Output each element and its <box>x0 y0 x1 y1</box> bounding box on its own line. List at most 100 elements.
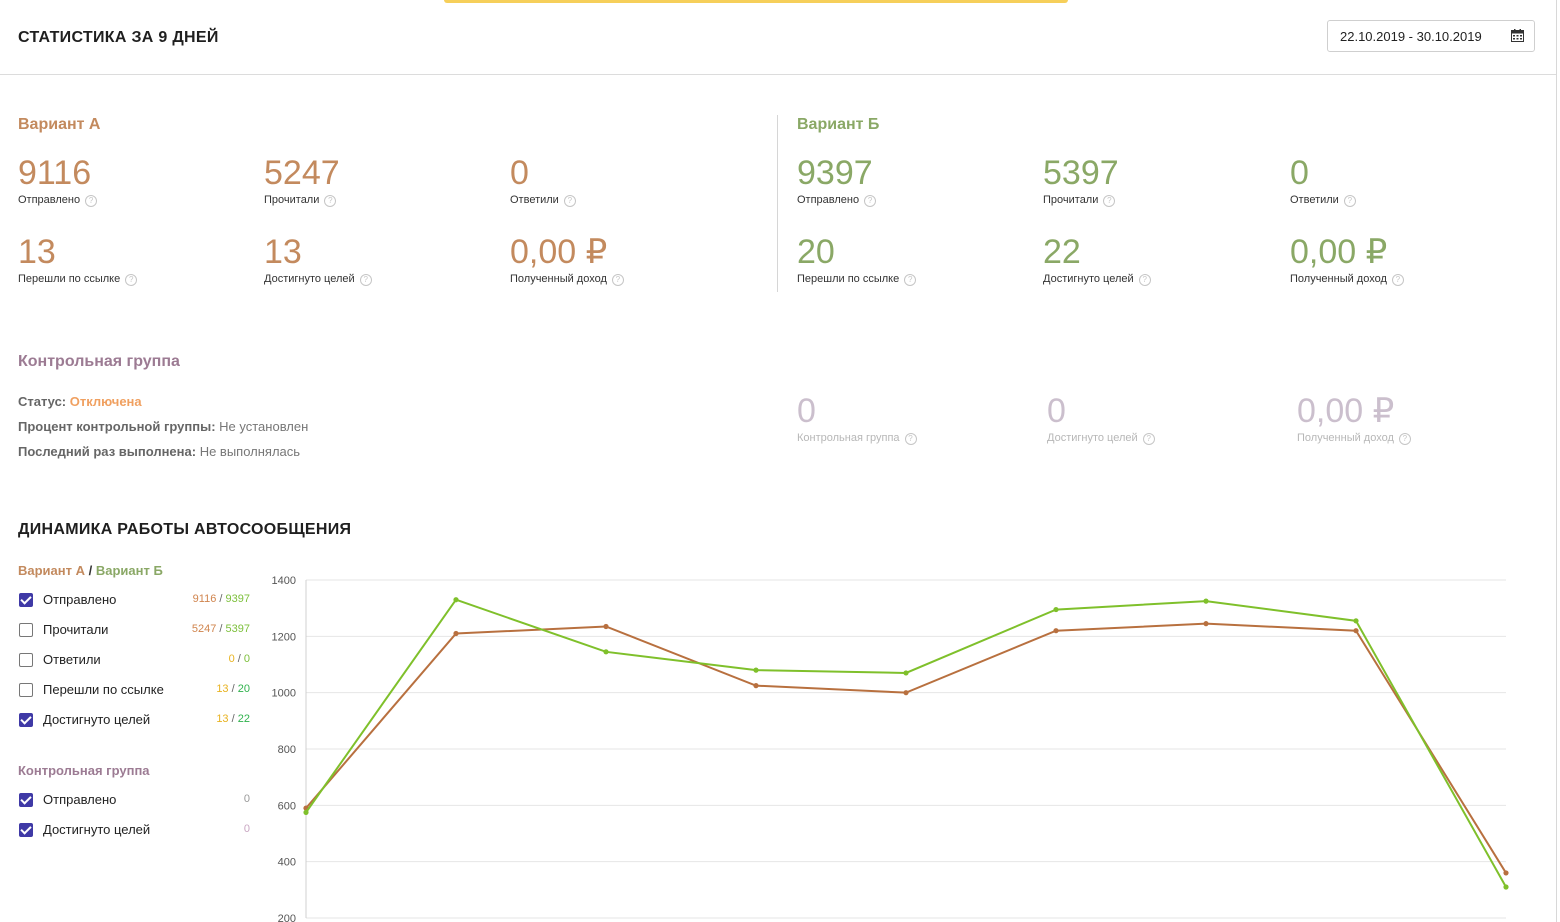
metric-toggle-goals[interactable]: Достигнуто целей 13 / 22 <box>18 712 250 732</box>
control-income-value: 0,00 ₽ <box>1297 392 1395 430</box>
control-goals-value: 0 <box>1047 392 1066 430</box>
series-2-point <box>453 597 459 603</box>
variant-b-income-value: 0,00 ₽ <box>1290 233 1388 271</box>
y-tick-label: 1200 <box>272 631 296 643</box>
metric-values: 5247 / 5397 <box>191 623 250 635</box>
help-icon[interactable]: ? <box>904 274 917 286</box>
variant-a-read-value: 5247 <box>264 154 340 192</box>
metric-values: 0 / 0 <box>228 653 250 665</box>
control-toggle-sent[interactable]: Отправлено 0 <box>18 792 250 812</box>
checkbox-unchecked[interactable] <box>19 653 33 667</box>
scroll-edge <box>1556 0 1557 922</box>
variant-a-sent-value: 9116 <box>18 154 92 192</box>
y-tick-label: 1000 <box>272 688 296 700</box>
help-icon[interactable]: ? <box>904 433 917 445</box>
series-2-point <box>1053 606 1059 613</box>
series-2-point <box>1503 884 1509 890</box>
variant-b-clicks-value: 20 <box>797 233 835 271</box>
variant-a-replied-label: Ответили? <box>510 194 576 207</box>
series-1-point <box>603 623 609 630</box>
help-icon[interactable]: ? <box>1343 195 1356 207</box>
variants-divider <box>777 115 778 292</box>
control-goals-label: Достигнуто целей? <box>1047 432 1155 445</box>
variant-b-goals-label: Достигнуто целей? <box>1043 273 1151 286</box>
series-1-point <box>1203 621 1209 627</box>
y-tick-label: 800 <box>278 744 296 756</box>
control-group-status: Статус: Отключена <box>18 394 142 409</box>
series-line-2 <box>305 598 1507 888</box>
checkbox-unchecked[interactable] <box>19 623 33 637</box>
variant-a-clicks-value: 13 <box>18 233 56 271</box>
series-2-point <box>1353 618 1359 624</box>
variant-b-sent-value: 9397 <box>797 154 873 192</box>
help-icon[interactable]: ? <box>1103 195 1116 207</box>
checkbox-checked[interactable] <box>19 713 33 727</box>
help-icon[interactable]: ? <box>85 195 98 207</box>
y-tick-label: 600 <box>278 800 296 812</box>
metric-values: 9116 / 9397 <box>192 593 250 605</box>
metric-values: 0 <box>243 823 250 835</box>
control-sent-label: Контрольная группа? <box>797 432 917 445</box>
help-icon[interactable]: ? <box>1138 274 1151 286</box>
metric-toggle-clicks[interactable]: Перешли по ссылке 13 / 20 <box>18 682 250 702</box>
series-1-point <box>453 630 459 637</box>
variant-b-sent-label: Отправлено? <box>797 194 877 207</box>
control-group-title: Контрольная группа <box>18 353 180 370</box>
metric-values: 0 <box>243 793 250 805</box>
help-icon[interactable]: ? <box>125 274 138 286</box>
metric-toggle-read[interactable]: Прочитали 5247 / 5397 <box>18 622 250 642</box>
y-tick-label: 400 <box>278 857 296 869</box>
help-icon[interactable]: ? <box>359 274 372 286</box>
date-range-value: 22.10.2019 - 30.10.2019 <box>1340 29 1482 44</box>
control-group-last-run: Последний раз выполнена: Не выполнялась <box>18 444 301 459</box>
series-1-point <box>753 683 759 689</box>
y-tick-label: 200 <box>278 913 296 922</box>
calendar-icon <box>1511 29 1524 42</box>
metric-values: 13 / 20 <box>216 683 250 695</box>
help-icon[interactable]: ? <box>1398 433 1411 445</box>
dynamics-line-chart: 200 400 600 800 1000 1200 1400 <box>272 575 1509 922</box>
series-1-point <box>1353 628 1359 634</box>
help-icon[interactable]: ? <box>563 195 576 207</box>
help-icon[interactable]: ? <box>864 195 877 207</box>
page-title: СТАТИСТИКА ЗА 9 ДНЕЙ <box>18 29 219 46</box>
checkbox-checked[interactable] <box>19 593 33 607</box>
series-2-point <box>1203 598 1209 604</box>
page-header: СТАТИСТИКА ЗА 9 ДНЕЙ 22.10.2019 - 30.10.… <box>0 0 1556 75</box>
control-toggle-goals[interactable]: Достигнуто целей 0 <box>18 822 250 842</box>
variant-b-replied-label: Ответили? <box>1290 194 1356 207</box>
metric-toggle-replied[interactable]: Ответили 0 / 0 <box>18 652 250 672</box>
y-tick-label: 1400 <box>272 575 296 587</box>
checkbox-checked[interactable] <box>19 823 33 837</box>
variant-b-clicks-label: Перешли по ссылке? <box>797 273 917 286</box>
variant-b-title: Вариант Б <box>797 116 880 133</box>
control-sent-value: 0 <box>797 392 816 430</box>
control-income-label: Полученный доход? <box>1297 432 1411 445</box>
help-icon[interactable]: ? <box>324 195 337 207</box>
series-2-point <box>903 670 909 676</box>
help-icon[interactable]: ? <box>611 274 624 286</box>
series-1-point <box>1053 628 1059 634</box>
legend-header: Вариант А / Вариант Б <box>18 563 163 578</box>
variant-a-replied-value: 0 <box>510 154 529 192</box>
status-badge: Отключена <box>69 394 142 409</box>
checkbox-checked[interactable] <box>19 793 33 807</box>
series-1-point <box>903 690 909 696</box>
variant-b-read-value: 5397 <box>1043 154 1119 192</box>
help-icon[interactable]: ? <box>1142 433 1155 445</box>
checkbox-unchecked[interactable] <box>19 683 33 697</box>
date-range-picker[interactable]: 22.10.2019 - 30.10.2019 <box>1327 20 1535 52</box>
variant-a-title: Вариант А <box>18 116 101 133</box>
variant-b-replied-value: 0 <box>1290 154 1309 192</box>
series-line-1 <box>305 622 1507 874</box>
legend-control-title: Контрольная группа <box>18 763 150 778</box>
variant-a-clicks-label: Перешли по ссылке? <box>18 273 138 286</box>
variant-b-goals-value: 22 <box>1043 233 1081 271</box>
variant-a-income-value: 0,00 ₽ <box>510 233 608 271</box>
variant-a-income-label: Полученный доход? <box>510 273 624 286</box>
metric-toggle-sent[interactable]: Отправлено 9116 / 9397 <box>18 592 250 612</box>
series-2-point <box>753 667 759 673</box>
help-icon[interactable]: ? <box>1391 274 1404 286</box>
dynamics-title: ДИНАМИКА РАБОТЫ АВТОСООБЩЕНИЯ <box>18 521 352 538</box>
variant-b-read-label: Прочитали? <box>1043 194 1116 207</box>
